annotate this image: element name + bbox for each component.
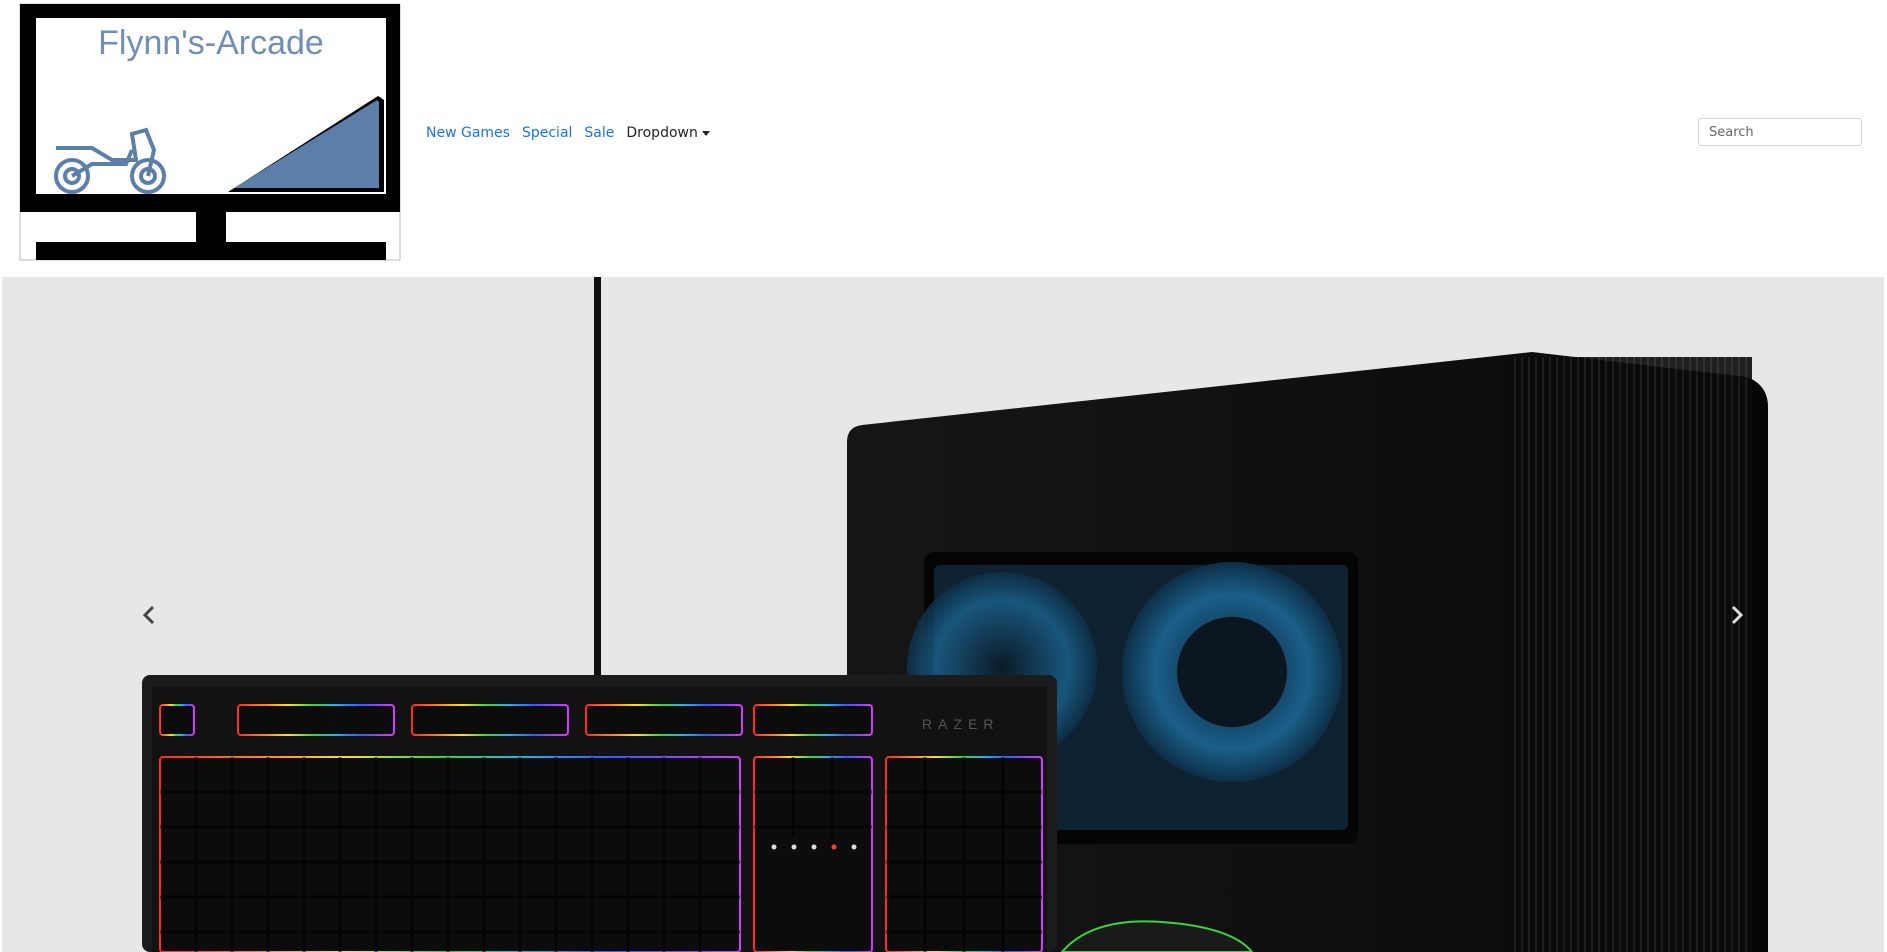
nav-item-new-games[interactable]: New Games [426,125,510,141]
search-input[interactable] [1698,118,1862,146]
hero-carousel: RAZER [2,277,1884,952]
carousel-prev-button[interactable] [42,277,242,952]
nav-dropdown-label: Dropdown [626,125,698,141]
navbar: Flynn's-Arcade New Games Special Sale Dr… [0,0,1887,277]
nav-item-sale[interactable]: Sale [584,125,614,141]
chevron-left-icon [142,605,155,624]
caret-down-icon [701,130,710,136]
carousel-slide-image: RAZER [2,277,1884,952]
chevron-right-icon [1731,605,1744,624]
nav-item-special[interactable]: Special [522,125,572,141]
carousel-next-button[interactable] [1644,277,1844,952]
arcade-logo-icon: Flynn's-Arcade [19,3,401,261]
main-nav: New Games Special Sale Dropdown [426,124,722,142]
logo-title: Flynn's-Arcade [98,24,324,62]
brand-logo[interactable]: Flynn's-Arcade [16,0,406,266]
svg-text:RAZER: RAZER [922,716,999,732]
nav-dropdown[interactable]: Dropdown [626,125,710,141]
